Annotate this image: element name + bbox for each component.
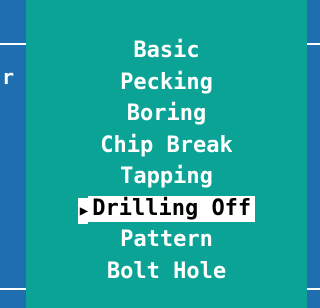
menu-item-pattern[interactable]: ▶Pattern <box>26 224 307 256</box>
menu-item-label: Basic <box>133 38 200 63</box>
menu-item-chip-break[interactable]: ▶Chip Break <box>26 130 307 162</box>
menu-item-label: Chip Break <box>100 132 233 158</box>
menu-item-label: Pattern <box>120 227 213 252</box>
window-divider-bottom <box>0 288 26 290</box>
background-text-fragment: r <box>2 65 15 89</box>
window-divider-top <box>0 43 26 45</box>
menu-item-drilling-off[interactable]: ▶ Drilling Off <box>26 193 307 225</box>
background-window-right <box>307 0 320 308</box>
pointer-icon: ▶ <box>77 197 89 224</box>
background-window-left: r <box>0 0 26 308</box>
window-divider-bottom <box>307 288 320 290</box>
menu-item-boring[interactable]: ▶Boring <box>26 98 307 130</box>
menu-item-basic[interactable]: ▶Basic <box>26 35 307 67</box>
cycle-type-menu: ▶Basic ▶Pecking ▶Boring ▶Chip Break ▶Tap… <box>26 0 307 308</box>
window-divider-top <box>307 43 320 45</box>
menu-item-bolt-hole[interactable]: ▶Bolt Hole <box>26 256 307 288</box>
menu-list: ▶Basic ▶Pecking ▶Boring ▶Chip Break ▶Tap… <box>26 35 307 287</box>
menu-item-label: Boring <box>126 101 207 126</box>
menu-item-label: Bolt Hole <box>106 258 227 284</box>
menu-item-pecking[interactable]: ▶Pecking <box>26 67 307 99</box>
menu-item-label: Pecking <box>120 69 213 95</box>
menu-item-label: Drilling Off <box>88 195 256 222</box>
menu-item-label: Tapping <box>120 164 213 189</box>
menu-item-tapping[interactable]: ▶Tapping <box>26 161 307 193</box>
